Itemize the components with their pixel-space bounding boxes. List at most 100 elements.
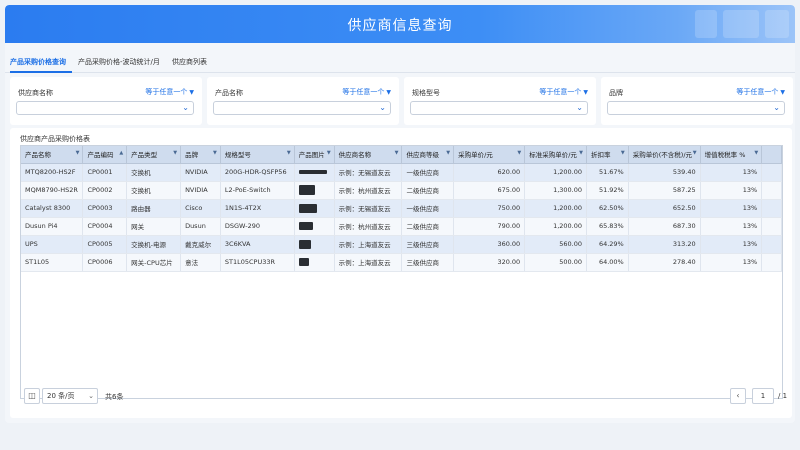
filter-operator[interactable]: 等于任意一个 ▼ <box>539 87 588 97</box>
table-cell: CP0004 <box>82 217 128 236</box>
column-menu-icon[interactable]: ▼ <box>446 150 450 156</box>
column-menu-icon[interactable]: ▼ <box>395 150 399 156</box>
column-header-label: 品牌 <box>185 151 199 160</box>
table-cell: 675.00 <box>453 181 526 200</box>
column-header[interactable]: 采购单价/元 ▼ <box>453 146 526 164</box>
column-header[interactable]: 供应商等级 ▼ <box>401 146 455 164</box>
filter-label: 品牌 <box>609 89 623 97</box>
data-grid: 产品名称 ▼ 产品编码 ▲ 产品类型 ▼ 品牌 ▼ 规格型号 ▼ 产品图片 ▼ 供应商名称 ▼… <box>20 145 783 399</box>
filter-select[interactable]: ⌄ <box>607 101 785 115</box>
column-header[interactable]: 折扣率 ▼ <box>586 146 629 164</box>
column-header-label: 产品图片 <box>298 151 325 160</box>
chevron-down-icon: ⌄ <box>88 392 94 400</box>
filter-operator[interactable]: 等于任意一个 ▼ <box>736 87 785 97</box>
filter-select[interactable]: ⌄ <box>410 101 588 115</box>
column-header-label: 标准采购单价/元 <box>529 151 577 160</box>
product-image <box>298 222 313 230</box>
column-header[interactable]: 产品名称 ▼ <box>21 146 84 164</box>
table-cell: 三级供应商 <box>401 235 455 254</box>
column-header-label: 采购单价/元 <box>458 151 493 160</box>
column-header-label: 采购单价(不含税)/元 <box>632 151 693 160</box>
tab-supplier-list[interactable]: 供应商列表 <box>172 57 207 67</box>
filter-operator[interactable]: 等于任意一个 ▼ <box>145 87 194 97</box>
caret-down-icon: ▼ <box>189 89 194 96</box>
table-cell: NVIDIA <box>180 181 221 200</box>
column-menu-icon[interactable]: ▼ <box>213 150 217 156</box>
table-cell: ST1L05 <box>21 253 84 272</box>
table-cell: 62.50% <box>586 199 629 218</box>
table-cell: 二级供应商 <box>401 217 455 236</box>
current-page-input[interactable]: 1 <box>752 388 774 404</box>
tab-price-trend[interactable]: 产品采购价格-波动统计/月 <box>78 57 160 67</box>
column-header[interactable]: 产品编码 ▲ <box>82 146 128 164</box>
table-cell: 500.00 <box>524 253 588 272</box>
table-cell: 交换机 <box>126 163 182 182</box>
table-cell: NVIDIA <box>180 163 221 182</box>
column-menu-icon[interactable]: ▼ <box>517 150 521 156</box>
table-cell: 1N1S-4T2X <box>220 199 295 218</box>
column-menu-icon[interactable]: ▼ <box>287 150 291 156</box>
table-cell: 200G-HDR-QSFP56 <box>220 163 295 182</box>
column-menu-icon[interactable]: ▼ <box>76 150 80 156</box>
sort-ascending-icon[interactable]: ▲ <box>119 150 123 156</box>
price-table: 产品名称 ▼ 产品编码 ▲ 产品类型 ▼ 品牌 ▼ 规格型号 ▼ 产品图片 ▼ 供应商名称 ▼… <box>21 146 782 272</box>
table-cell: 3C6KVA <box>220 235 295 254</box>
page-size-select[interactable]: 20 条/页 ⌄ <box>42 388 98 404</box>
column-menu-icon[interactable]: ▼ <box>621 150 625 156</box>
page-header: 供应商信息查询 <box>5 5 795 43</box>
column-header-spacer <box>761 146 782 164</box>
tab-price-query[interactable]: 产品采购价格查询 <box>10 57 66 67</box>
prev-page-icon[interactable]: ‹ <box>730 388 746 404</box>
column-header[interactable]: 采购单价(不含税)/元 ▼ <box>628 146 701 164</box>
table-cell: Dusun <box>180 217 221 236</box>
column-header-label: 产品编码 <box>87 151 114 160</box>
column-menu-icon[interactable]: ▼ <box>754 150 758 156</box>
column-menu-icon[interactable]: ▼ <box>579 150 583 156</box>
table-cell: 网关-CPU芯片 <box>126 253 182 272</box>
column-header[interactable]: 产品图片 ▼ <box>294 146 335 164</box>
table-row[interactable]: Dusun Pi4 CP0004 网关 Dusun DSGW-290 示例：杭州道友云 二级… <box>21 217 782 236</box>
table-cell: 三级供应商 <box>401 253 455 272</box>
column-header[interactable]: 规格型号 ▼ <box>220 146 295 164</box>
column-header-label: 产品名称 <box>25 151 51 160</box>
filter-select[interactable]: ⌄ <box>213 101 391 115</box>
table-cell <box>294 235 335 254</box>
table-row[interactable]: UPS CP0005 交换机-电源 戴克威尔 3C6KVA 示例：上海道友云 三级供应商 36… <box>21 235 782 254</box>
filter-operator[interactable]: 等于任意一个 ▼ <box>342 87 391 97</box>
filter-label: 供应商名称 <box>18 89 53 97</box>
column-header-label: 折扣率 <box>591 151 611 160</box>
page-title: 供应商信息查询 <box>347 18 453 34</box>
column-menu-icon[interactable]: ▼ <box>173 150 177 156</box>
column-header[interactable]: 增值税税率 % ▼ <box>700 146 763 164</box>
table-cell: MTQ8200-HS2F <box>21 163 84 182</box>
table-cell: 620.00 <box>453 163 526 182</box>
caret-down-icon: ▼ <box>583 89 588 96</box>
caret-down-icon: ▼ <box>386 89 391 96</box>
column-toggle-icon[interactable]: ◫ <box>24 388 40 404</box>
table-cell-spacer <box>761 199 782 218</box>
column-menu-icon[interactable]: ▼ <box>693 150 697 156</box>
table-row[interactable]: Catalyst 8300 CP0003 路由器 Cisco 1N1S-4T2X 示例：无… <box>21 199 782 218</box>
column-menu-icon[interactable]: ▼ <box>327 150 331 156</box>
column-header[interactable]: 供应商名称 ▼ <box>334 146 403 164</box>
filter-select[interactable]: ⌄ <box>16 101 194 115</box>
table-cell: 示例：无锡道友云 <box>334 199 403 218</box>
table-cell: 交换机 <box>126 181 182 200</box>
filter-operator-label: 等于任意一个 <box>145 88 188 96</box>
table-cell: 示例：无锡道友云 <box>334 163 403 182</box>
table-cell <box>294 217 335 236</box>
table-cell: 51.67% <box>586 163 629 182</box>
table-cell: 交换机-电源 <box>126 235 182 254</box>
column-header-label: 增值税税率 % <box>704 151 746 160</box>
column-header[interactable]: 标准采购单价/元 ▼ <box>524 146 588 164</box>
table-cell: 750.00 <box>453 199 526 218</box>
column-header[interactable]: 品牌 ▼ <box>180 146 221 164</box>
table-row[interactable]: ST1L05 CP0006 网关-CPU芯片 意法 ST1L05CPU33R 示例：上海道… <box>21 253 782 272</box>
table-cell: 13% <box>700 235 763 254</box>
table-row[interactable]: MTQ8200-HS2F CP0001 交换机 NVIDIA 200G-HDR-QSFP… <box>21 163 782 182</box>
table-cell: ST1L05CPU33R <box>220 253 295 272</box>
column-header[interactable]: 产品类型 ▼ <box>126 146 182 164</box>
table-cell: 652.50 <box>628 199 701 218</box>
table-row[interactable]: MQM8790-HS2R CP0002 交换机 NVIDIA L2-PoE-Switch… <box>21 181 782 200</box>
table-cell <box>294 163 335 182</box>
